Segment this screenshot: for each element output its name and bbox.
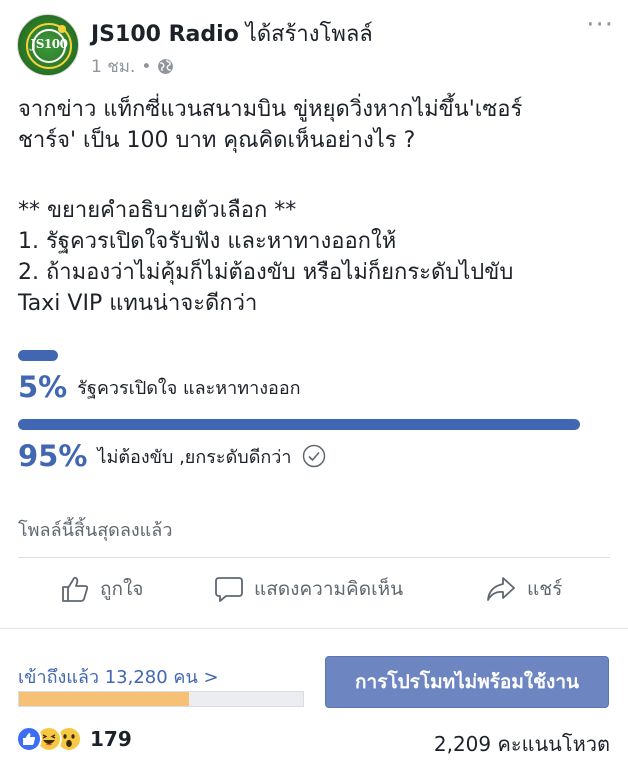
divider — [0, 628, 628, 629]
reactions-summary[interactable]: 179 — [16, 726, 132, 752]
page-avatar[interactable]: JS100 — [17, 14, 79, 76]
comment-icon — [215, 577, 243, 602]
poll-ended-text: โพลล์นี้สิ้นสุดลงแล้ว — [18, 520, 173, 541]
meta-separator: • — [141, 56, 152, 77]
like-label: ถูกใจ — [100, 578, 144, 600]
post-actions: ถูกใจ แสดงความคิดเห็น แชร์ — [0, 560, 628, 624]
post-text-line: ** ขยายคำอธิบายตัวเลือก ** — [18, 198, 297, 223]
poll-option[interactable]: 5% รัฐควรเปิดใจ และหาทางออก — [18, 370, 301, 404]
post-text-line: Taxi VIP แทนน่าจะดีกว่า — [18, 291, 258, 316]
share-label: แชร์ — [527, 578, 563, 600]
poll-option-percent: 95% — [18, 439, 88, 473]
post-author-line: JS100 Radio ได้สร้างโพลล์ — [91, 16, 373, 51]
post-meta: 1 ชม. • — [91, 53, 174, 80]
page-name-link[interactable]: JS100 Radio — [91, 22, 239, 47]
comment-label: แสดงความคิดเห็น — [254, 578, 404, 600]
poll-option-fill — [18, 350, 58, 361]
like-icon — [16, 726, 42, 752]
divider — [18, 557, 610, 558]
avatar-mark — [58, 25, 66, 33]
poll-option[interactable]: 95% ไม่ต้องขับ ,ยกระดับดีกว่า — [18, 439, 326, 473]
reach-link[interactable]: เข้าถึงแล้ว 13,280 คน > — [18, 662, 219, 691]
post-header: JS100 JS100 Radio ได้สร้างโพลล์ 1 ชม. • … — [0, 0, 628, 100]
post-text-line: 1. รัฐควรเปิดใจรับฟัง และหาทางออกให้ — [18, 229, 397, 254]
poll: 5% รัฐควรเปิดใจ และหาทางออก 95% ไม่ต้องข… — [18, 350, 610, 480]
post-text-line: 2. ถ้ามองว่าไม่คุ้มก็ไม่ต้องขับ หรือไม่ก… — [18, 260, 514, 285]
check-circle-icon — [302, 444, 325, 468]
post-text-line: ชาร์จ' เป็น 100 บาท คุณคิดเห็นอย่างไร ? — [18, 128, 416, 153]
post-text: จากข่าว แท็กซี่แวนสนามบิน ขู่หยุดวิ่งหาก… — [18, 94, 610, 319]
reach-progress-fill — [19, 692, 190, 706]
post-action-text: ได้สร้างโพลล์ — [238, 22, 373, 47]
avatar-logo-text: JS100 — [30, 37, 68, 51]
poll-option-label: รัฐควรเปิดใจ และหาทางออก — [77, 377, 301, 399]
reach-text: เข้าถึงแล้ว 13,280 คน — [18, 667, 198, 688]
vote-count[interactable]: 2,209 คะแนนโหวต — [434, 728, 610, 760]
post-text-line: จากข่าว แท็กซี่แวนสนามบิน ขู่หยุดวิ่งหาก… — [18, 97, 523, 122]
reach-progress-bar — [18, 691, 304, 707]
more-options-icon[interactable]: ··· — [586, 10, 614, 40]
poll-option-label: ไม่ต้องขับ ,ยกระดับดีกว่า — [97, 446, 292, 468]
poll-option-fill — [18, 419, 580, 430]
share-icon — [487, 577, 515, 601]
poll-option-bar — [18, 419, 580, 430]
comment-button[interactable]: แสดงความคิดเห็น — [214, 574, 403, 604]
share-button[interactable]: แชร์ — [485, 574, 562, 604]
chevron-right-icon: > — [203, 667, 219, 688]
reaction-count: 179 — [90, 727, 132, 751]
thumbs-up-icon — [62, 576, 89, 602]
promote-button[interactable]: การโปรโมทไม่พร้อมใช้งาน — [325, 656, 609, 708]
post-timestamp[interactable]: 1 ชม. — [91, 53, 135, 80]
like-button[interactable]: ถูกใจ — [60, 574, 143, 604]
poll-option-percent: 5% — [18, 370, 68, 404]
poll-option-bar — [18, 350, 58, 361]
globe-icon — [158, 59, 174, 74]
